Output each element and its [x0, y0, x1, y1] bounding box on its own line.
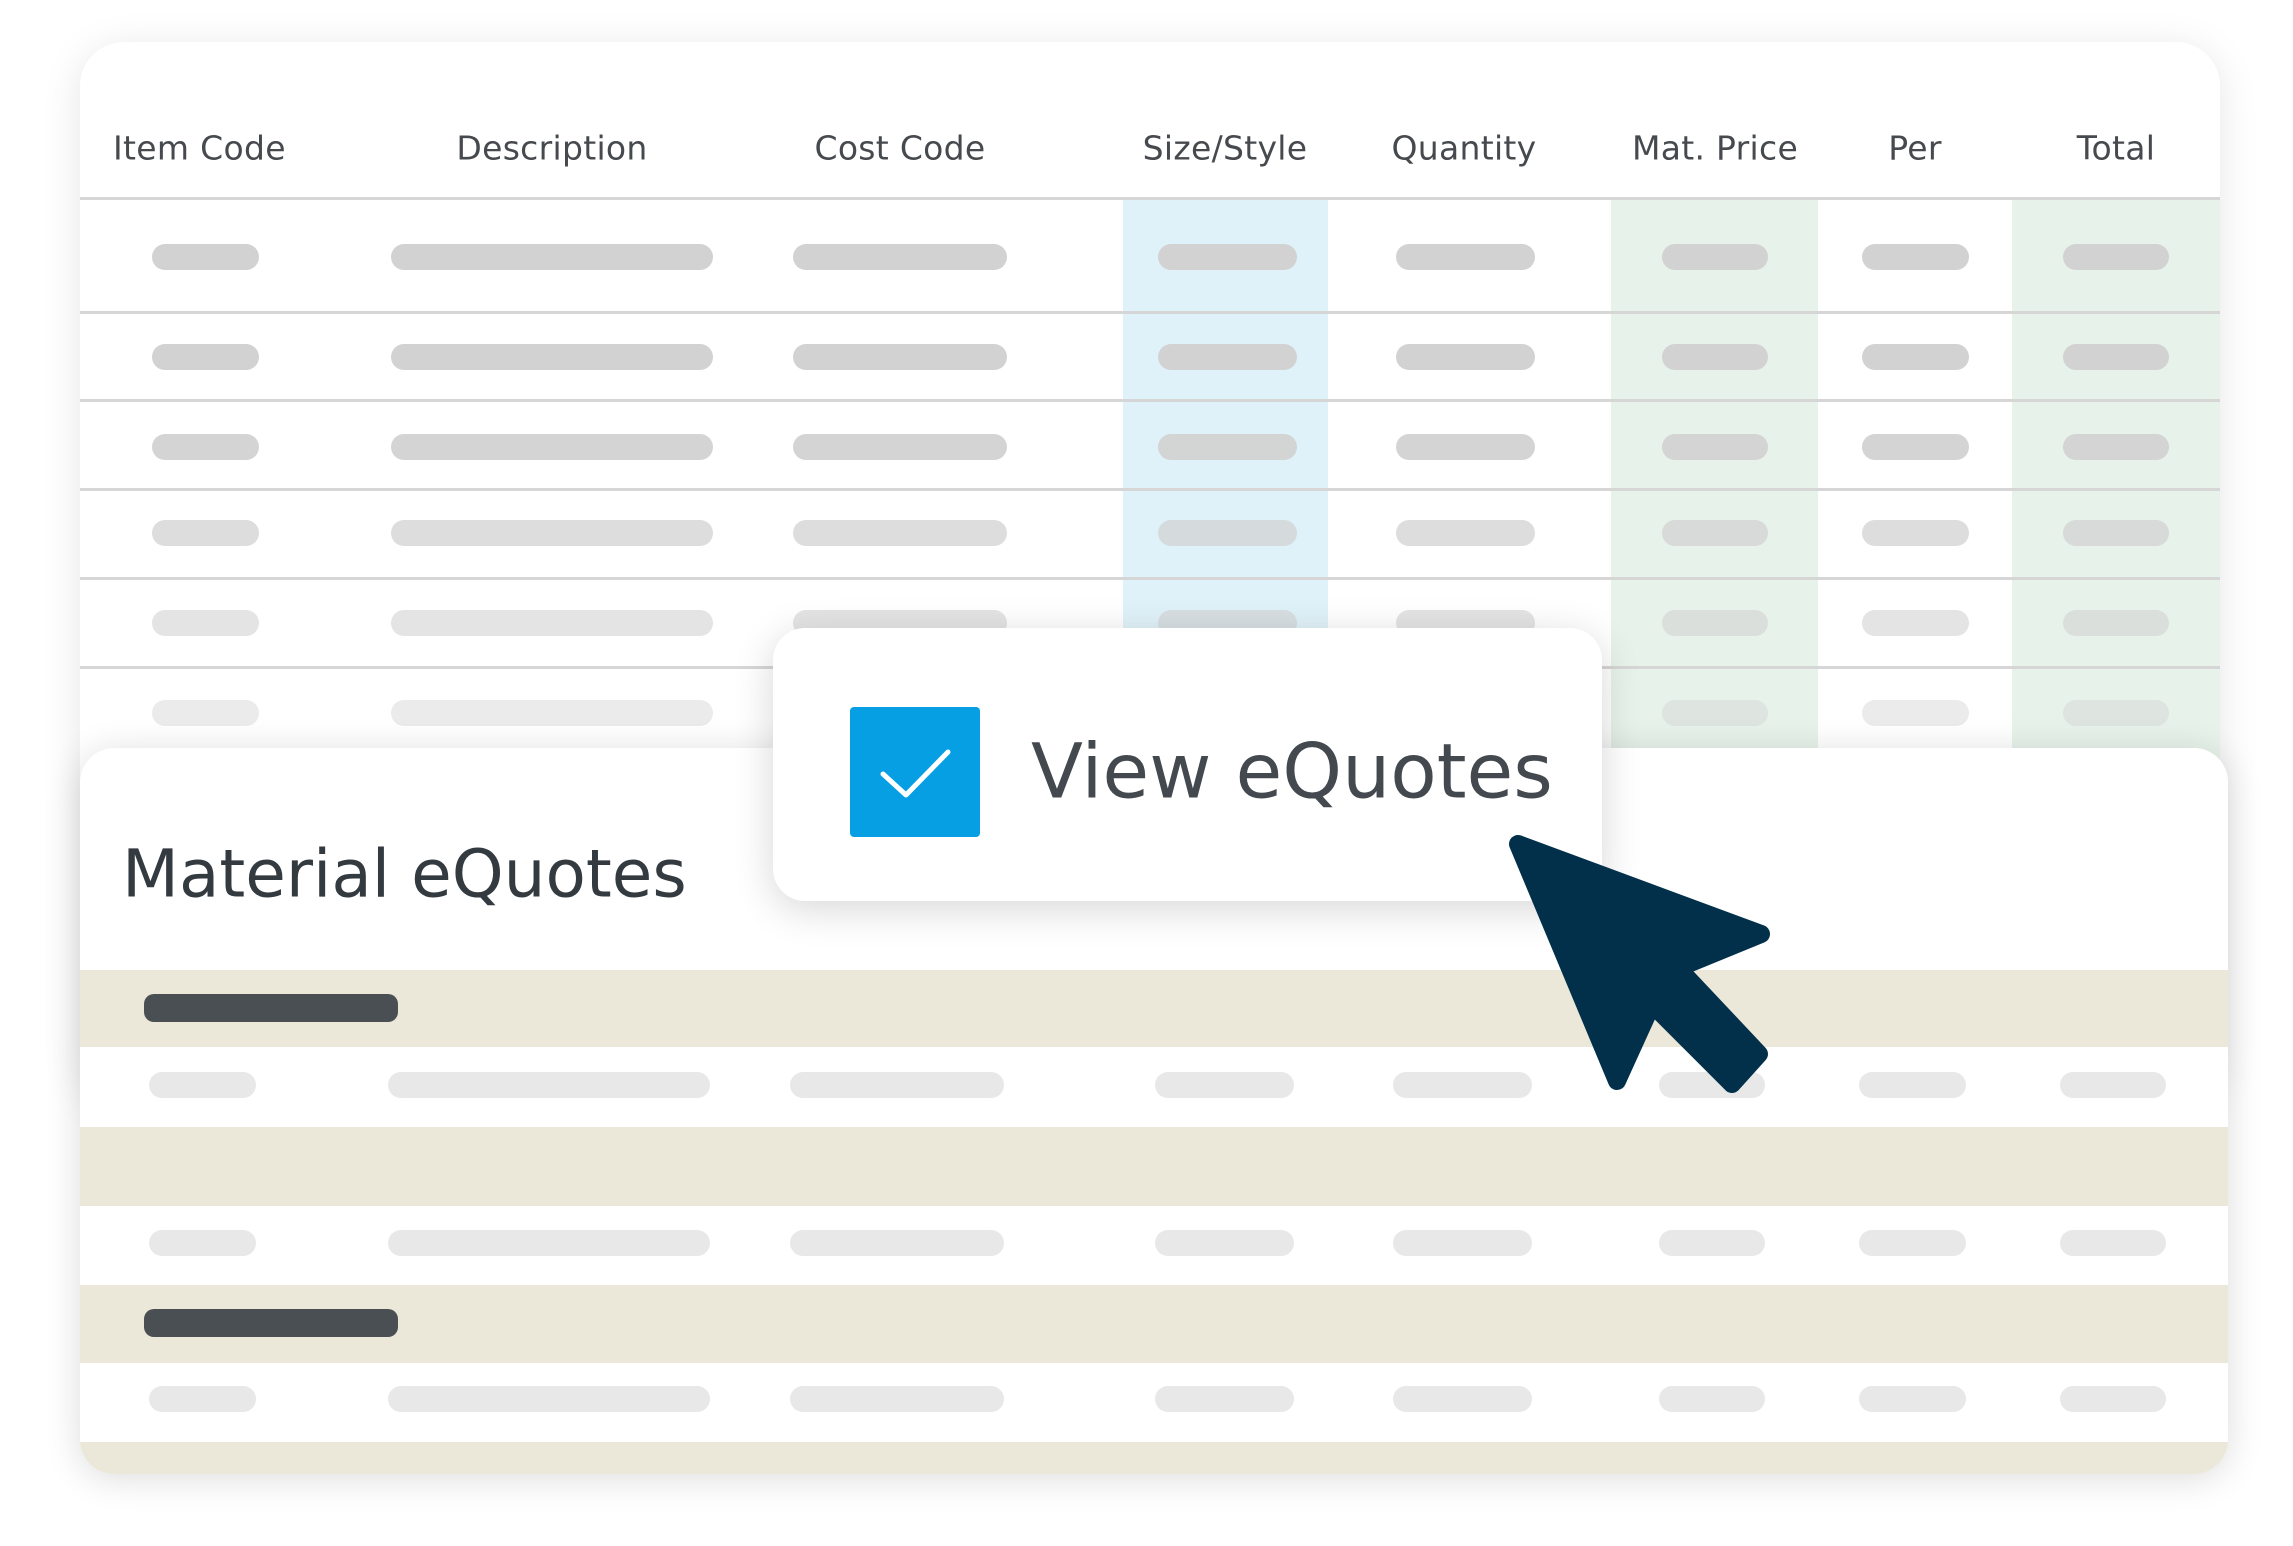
- cell-placeholder: [149, 1386, 256, 1412]
- cell-placeholder: [391, 700, 713, 726]
- cell-placeholder: [1859, 1072, 1966, 1098]
- cell-placeholder: [1862, 344, 1969, 370]
- row-divider: [80, 488, 2220, 491]
- cell-placeholder: [1393, 1386, 1532, 1412]
- cell-placeholder: [1158, 244, 1297, 270]
- cell-placeholder: [149, 1230, 256, 1256]
- cell-placeholder: [391, 610, 713, 636]
- quote-group-header[interactable]: [80, 1127, 2228, 1206]
- cell-placeholder: [793, 434, 1007, 460]
- column-header-cost-code[interactable]: Cost Code: [814, 129, 985, 168]
- cell-placeholder: [1396, 434, 1535, 460]
- cell-placeholder: [391, 520, 713, 546]
- cell-placeholder: [1393, 1230, 1532, 1256]
- cell-placeholder: [1158, 520, 1297, 546]
- cell-placeholder: [790, 1386, 1004, 1412]
- cell-placeholder: [388, 1230, 710, 1256]
- cell-placeholder: [1396, 520, 1535, 546]
- cell-placeholder: [793, 344, 1007, 370]
- cell-placeholder: [1158, 344, 1297, 370]
- cell-placeholder: [152, 700, 259, 726]
- view-equotes-label[interactable]: View eQuotes: [1031, 727, 1553, 816]
- cell-placeholder: [391, 244, 713, 270]
- row-divider: [80, 399, 2220, 402]
- column-header-per[interactable]: Per: [1888, 129, 1942, 168]
- cell-placeholder: [1659, 1386, 1765, 1412]
- cell-placeholder: [1662, 344, 1768, 370]
- cell-placeholder: [2063, 344, 2169, 370]
- cell-placeholder: [388, 1386, 710, 1412]
- cell-placeholder: [1155, 1386, 1294, 1412]
- cell-placeholder: [1662, 244, 1768, 270]
- view-equotes-toggle[interactable]: View eQuotes: [773, 628, 1602, 901]
- column-header-description[interactable]: Description: [456, 129, 647, 168]
- column-header-quantity[interactable]: Quantity: [1391, 129, 1536, 168]
- quote-group-header[interactable]: [80, 1285, 2228, 1363]
- cell-placeholder: [1862, 434, 1969, 460]
- cell-placeholder: [1862, 520, 1969, 546]
- quote-group-header[interactable]: [80, 970, 2228, 1047]
- cell-placeholder: [1155, 1072, 1294, 1098]
- cell-placeholder: [152, 244, 259, 270]
- cell-placeholder: [1662, 520, 1768, 546]
- quote-group-header[interactable]: [80, 1442, 2228, 1474]
- panel-title: Material eQuotes: [122, 835, 687, 913]
- cell-placeholder: [2063, 700, 2169, 726]
- column-header-mat-price[interactable]: Mat. Price: [1632, 129, 1798, 168]
- cell-placeholder: [1659, 1230, 1765, 1256]
- cell-placeholder: [793, 244, 1007, 270]
- cell-placeholder: [1396, 344, 1535, 370]
- cell-placeholder: [1158, 434, 1297, 460]
- cell-placeholder: [152, 434, 259, 460]
- cell-placeholder: [149, 1072, 256, 1098]
- cell-placeholder: [152, 610, 259, 636]
- cell-placeholder: [793, 520, 1007, 546]
- cell-placeholder: [2063, 520, 2169, 546]
- cell-placeholder: [2063, 610, 2169, 636]
- cell-placeholder: [1662, 610, 1768, 636]
- group-name-placeholder: [144, 994, 398, 1022]
- cell-placeholder: [391, 344, 713, 370]
- checkmark-icon: [880, 749, 951, 798]
- mouse-pointer-icon: [1509, 835, 1770, 1093]
- cell-placeholder: [152, 344, 259, 370]
- row-divider: [80, 577, 2220, 580]
- cell-placeholder: [2063, 434, 2169, 460]
- cell-placeholder: [2063, 244, 2169, 270]
- cell-placeholder: [388, 1072, 710, 1098]
- header-divider: [80, 197, 2220, 200]
- row-divider: [80, 311, 2220, 314]
- cell-placeholder: [1662, 700, 1768, 726]
- view-equotes-checkbox[interactable]: [850, 707, 980, 837]
- cell-placeholder: [1859, 1230, 1966, 1256]
- cell-placeholder: [2060, 1072, 2166, 1098]
- cell-placeholder: [2060, 1230, 2166, 1256]
- column-header-size-style[interactable]: Size/Style: [1143, 129, 1308, 168]
- cell-placeholder: [1396, 244, 1535, 270]
- cell-placeholder: [1155, 1230, 1294, 1256]
- cell-placeholder: [1859, 1386, 1966, 1412]
- cell-placeholder: [790, 1072, 1004, 1098]
- column-header-item-code[interactable]: Item Code: [113, 129, 286, 168]
- cell-placeholder: [152, 520, 259, 546]
- column-header-total[interactable]: Total: [2077, 129, 2156, 168]
- cell-placeholder: [790, 1230, 1004, 1256]
- cell-placeholder: [1662, 434, 1768, 460]
- cell-placeholder: [391, 434, 713, 460]
- group-name-placeholder: [144, 1309, 398, 1337]
- cell-placeholder: [2060, 1386, 2166, 1412]
- cell-placeholder: [1862, 700, 1969, 726]
- cell-placeholder: [1862, 610, 1969, 636]
- cell-placeholder: [1862, 244, 1969, 270]
